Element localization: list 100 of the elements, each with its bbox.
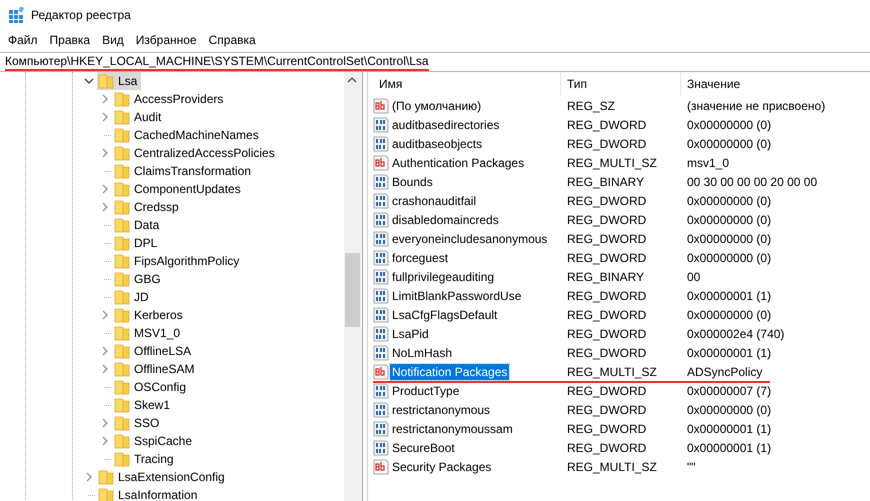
tree-item[interactable]: LsaInformation	[97, 486, 202, 501]
folder-icon	[114, 325, 130, 341]
column-header[interactable]: Имя	[371, 72, 561, 96]
tree-item[interactable]: MSV1_0	[113, 324, 184, 342]
window-title: Редактор реестра	[31, 8, 131, 22]
tree-item[interactable]: Data	[113, 216, 164, 234]
menu-item[interactable]: Справка	[202, 33, 262, 47]
tree-item[interactable]: DPL	[113, 234, 162, 252]
chevron-right-icon[interactable]	[84, 472, 94, 482]
folder-icon	[98, 487, 114, 501]
menu-item[interactable]: Правка	[44, 33, 96, 47]
table-cell-text: REG_DWORD	[566, 422, 648, 436]
tree-item[interactable]: AccessProviders	[113, 90, 228, 108]
tree-item[interactable]: SspiCache	[113, 432, 196, 450]
table-cell-text: 0x00000001 (1)	[686, 288, 772, 302]
chevron-right-icon[interactable]	[100, 148, 110, 158]
table-cell-text: (значение не присвоено)	[686, 98, 826, 112]
value-name[interactable]: fullprivilegeauditing	[390, 268, 496, 284]
value-name[interactable]: SecureBoot	[390, 440, 457, 456]
value-name[interactable]: Security Packages	[390, 458, 494, 474]
table-cell-text: 0x00000000 (0)	[686, 308, 772, 322]
tree-item[interactable]: Kerberos	[113, 306, 187, 324]
value-name[interactable]: Bounds	[390, 174, 435, 190]
scroll-up-icon[interactable]	[347, 76, 357, 84]
address-field[interactable]: Компьютер\HKEY_LOCAL_MACHINE\SYSTEM\CurrentControlSet\Control\Lsa	[0, 52, 870, 72]
table-cell-text: 0x00000000 (0)	[686, 118, 772, 132]
table-cell-text: REG_DWORD	[566, 402, 648, 416]
table-cell-text: 0x00000007 (7)	[686, 384, 772, 398]
table-cell-text: REG_DWORD	[566, 384, 648, 398]
tree-item[interactable]: ClaimsTransformation	[113, 162, 255, 180]
value-name[interactable]: Authentication Packages	[390, 154, 526, 170]
folder-icon	[98, 469, 114, 485]
tree-item[interactable]: Tracing	[113, 450, 178, 468]
string-value-icon	[373, 364, 389, 380]
folder-icon	[114, 199, 130, 215]
tree-item[interactable]: GBG	[113, 270, 165, 288]
tree-item[interactable]: Skew1	[113, 396, 174, 414]
value-name[interactable]: LimitBlankPasswordUse	[390, 288, 524, 304]
tree-item[interactable]: Audit	[113, 108, 166, 126]
table-cell-text: REG_MULTI_SZ	[566, 156, 658, 170]
column-header[interactable]: Тип	[561, 72, 681, 96]
value-name[interactable]: Notification Packages	[390, 364, 510, 380]
folder-icon	[114, 343, 130, 359]
tree-item[interactable]: OfflineLSA	[113, 342, 196, 360]
chevron-down-icon[interactable]	[84, 76, 94, 86]
scrollbar[interactable]	[344, 72, 361, 501]
tree-item[interactable]: ComponentUpdates	[113, 180, 245, 198]
value-name[interactable]: restrictanonymoussam	[390, 420, 515, 436]
tree-item[interactable]: CentralizedAccessPolicies	[113, 144, 279, 162]
table-cell-text: 0x00000000 (0)	[686, 250, 772, 264]
folder-icon	[114, 433, 130, 449]
menu-item[interactable]: Файл	[2, 33, 44, 47]
table-cell-text: REG_SZ	[566, 98, 616, 112]
value-name[interactable]: restrictanonymous	[390, 402, 492, 418]
value-name[interactable]: auditbasedirectories	[390, 116, 502, 132]
registry-icon	[8, 7, 24, 23]
table-cell-text: REG_DWORD	[566, 250, 648, 264]
value-name[interactable]: NoLmHash	[390, 344, 454, 360]
tree-item[interactable]: OfflineSAM	[113, 360, 198, 378]
menu-item[interactable]: Вид	[96, 33, 130, 47]
table-cell-text: REG_DWORD	[566, 346, 648, 360]
binary-value-icon	[373, 344, 389, 360]
table-cell-text: ""	[686, 460, 697, 474]
tree-item[interactable]: JD	[113, 288, 153, 306]
table-cell-text: REG_BINARY	[566, 270, 646, 284]
binary-value-icon	[373, 326, 389, 342]
value-name[interactable]: forceguest	[390, 250, 450, 266]
value-name[interactable]: LsaCfgFlagsDefault	[390, 306, 500, 322]
menu-item[interactable]: Избранное	[130, 33, 203, 47]
table-cell-text: REG_DWORD	[566, 212, 648, 226]
folder-icon	[114, 289, 130, 305]
table-cell-text: REG_DWORD	[566, 136, 648, 150]
binary-value-icon	[373, 250, 389, 266]
column-header[interactable]: Значение	[681, 72, 870, 96]
table-cell-text: msv1_0	[686, 156, 730, 170]
chevron-right-icon[interactable]	[100, 310, 110, 320]
tree-item[interactable]: CachedMachineNames	[113, 126, 263, 144]
tree-item[interactable]: Credssp	[113, 198, 183, 216]
table-cell-text: REG_DWORD	[566, 326, 648, 340]
value-name[interactable]: auditbaseobjects	[390, 136, 484, 152]
tree-item[interactable]: FipsAlgorithmPolicy	[113, 252, 244, 270]
tree-item[interactable]: Lsa	[97, 72, 142, 90]
table-cell-text: 00 30 00 00 00 20 00 00	[686, 174, 818, 188]
value-name[interactable]: crashonauditfail	[390, 192, 478, 208]
value-name[interactable]: LsaPid	[390, 326, 431, 342]
folder-icon	[114, 109, 130, 125]
binary-value-icon	[373, 230, 389, 246]
value-name[interactable]: (По умолчанию)	[390, 98, 484, 114]
binary-value-icon	[373, 306, 389, 322]
table-cell-text: 0x00000000 (0)	[686, 212, 772, 226]
value-name[interactable]: everyoneincludesanonymous	[390, 230, 550, 246]
tree-item[interactable]: SSO	[113, 414, 164, 432]
folder-icon	[98, 73, 114, 89]
table-cell-text: REG_MULTI_SZ	[566, 460, 658, 474]
tree-item[interactable]: OSConfig	[113, 378, 190, 396]
tree-item[interactable]: LsaExtensionConfig	[97, 468, 229, 486]
table-cell-text: REG_DWORD	[566, 440, 648, 454]
value-name[interactable]: ProductType	[390, 382, 462, 398]
value-name[interactable]: disabledomaincreds	[390, 212, 501, 228]
scroll-thumb[interactable]	[345, 253, 360, 327]
